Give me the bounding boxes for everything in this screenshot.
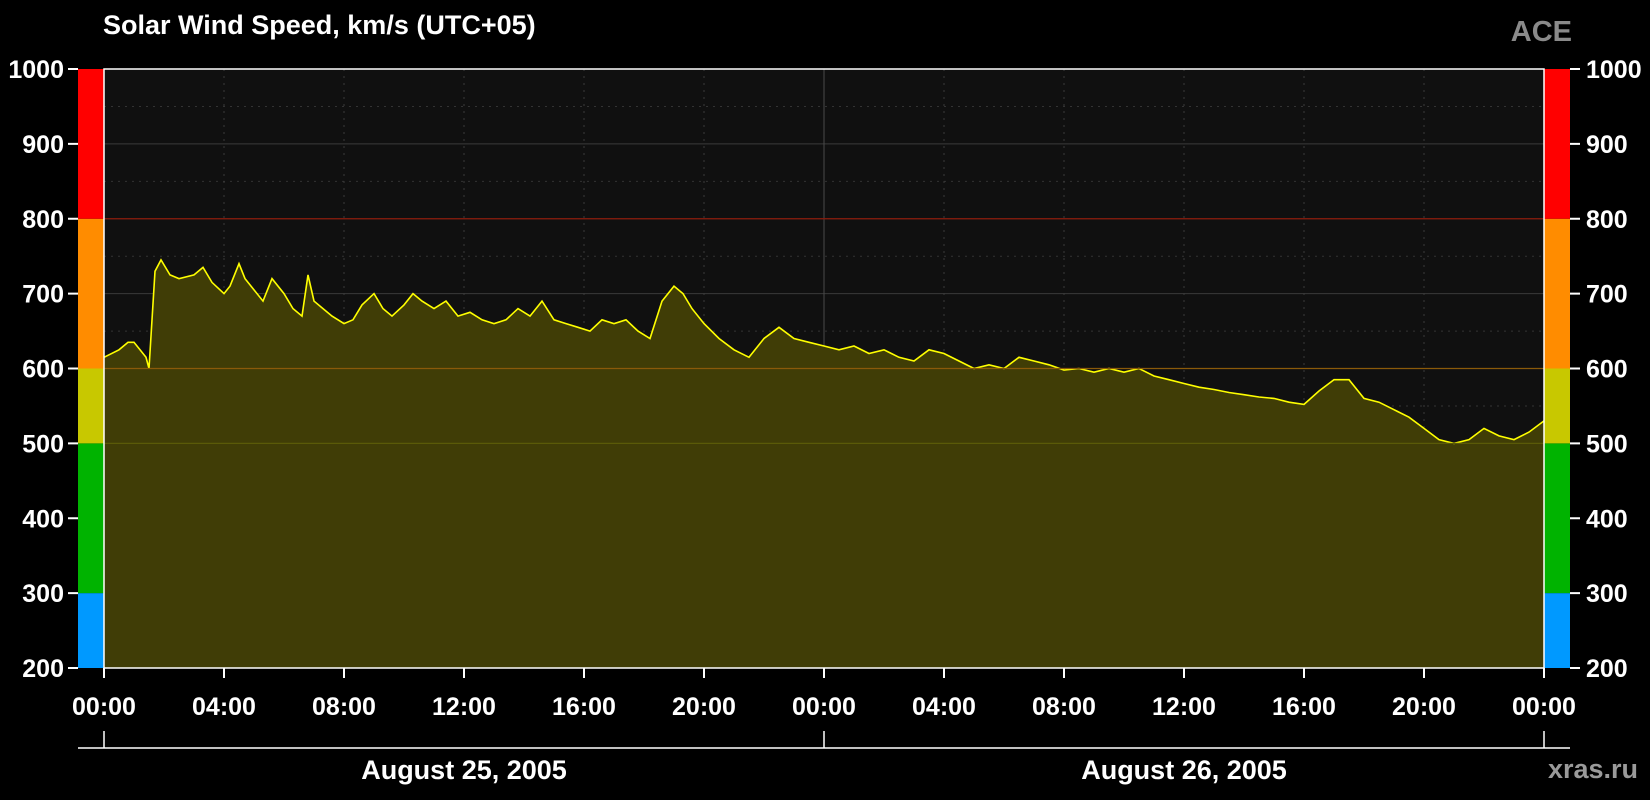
x-tick-label: 20:00 — [1392, 693, 1456, 721]
y-tick-label: 800 — [22, 206, 64, 234]
x-tick-label: 00:00 — [72, 693, 136, 721]
x-tick-label: 12:00 — [432, 693, 496, 721]
scale-band-3 — [1544, 218, 1570, 369]
y-tick-label: 400 — [22, 505, 64, 533]
x-tick-label: 08:00 — [312, 693, 376, 721]
y-tick-label: 300 — [22, 580, 64, 608]
y-tick-label: 800 — [1586, 206, 1628, 234]
y-tick-label: 200 — [22, 655, 64, 683]
scale-band-2 — [78, 368, 104, 444]
scale-band-4 — [1544, 69, 1570, 219]
x-tick-label: 04:00 — [912, 693, 976, 721]
x-tick-label: 16:00 — [552, 693, 616, 721]
x-tick-label: 04:00 — [192, 693, 256, 721]
speed-color-scale-right — [1544, 69, 1570, 668]
scale-band-4 — [78, 69, 104, 219]
x-tick-label: 00:00 — [792, 693, 856, 721]
y-tick-label: 400 — [1586, 505, 1628, 533]
date-axis: August 25, 2005 August 26, 2005 — [78, 731, 1570, 785]
x-tick-label: 20:00 — [672, 693, 736, 721]
x-tick-label: 12:00 — [1152, 693, 1216, 721]
y-tick-label: 500 — [22, 430, 64, 458]
source-label: ACE — [1510, 16, 1572, 48]
x-tick-label: 16:00 — [1272, 693, 1336, 721]
scale-band-2 — [1544, 368, 1570, 444]
scale-band-0 — [1544, 593, 1570, 668]
y-tick-label: 900 — [1586, 131, 1628, 159]
date-label: August 26, 2005 — [1081, 755, 1287, 785]
scale-band-1 — [1544, 443, 1570, 594]
y-tick-label: 700 — [1586, 281, 1628, 309]
y-tick-label: 700 — [22, 281, 64, 309]
solar-wind-chart: 200 200 300 300 400 400 500 500 600 600 700 700 800 8… — [8, 56, 1642, 785]
y-tick-label: 300 — [1586, 580, 1628, 608]
x-axis-ticks: 00:00 04:00 08:00 12:00 16:00 20:00 00:00 04:00… — [72, 668, 1576, 721]
speed-color-scale-left — [78, 69, 104, 668]
y-tick-label: 900 — [22, 131, 64, 159]
scale-band-3 — [78, 218, 104, 369]
y-tick-label: 600 — [1586, 356, 1628, 384]
x-tick-label: 00:00 — [1512, 693, 1576, 721]
scale-band-1 — [78, 443, 104, 594]
y-tick-label: 1000 — [8, 56, 64, 84]
y-tick-label: 500 — [1586, 430, 1628, 458]
y-tick-label: 200 — [1586, 655, 1628, 683]
y-tick-label: 1000 — [1586, 56, 1642, 84]
chart-title: Solar Wind Speed, km/s (UTC+05) — [103, 10, 536, 40]
scale-band-0 — [78, 593, 104, 668]
site-watermark: xras.ru — [1547, 754, 1638, 784]
y-tick-label: 600 — [22, 356, 64, 384]
x-tick-label: 08:00 — [1032, 693, 1096, 721]
date-label: August 25, 2005 — [361, 755, 567, 785]
